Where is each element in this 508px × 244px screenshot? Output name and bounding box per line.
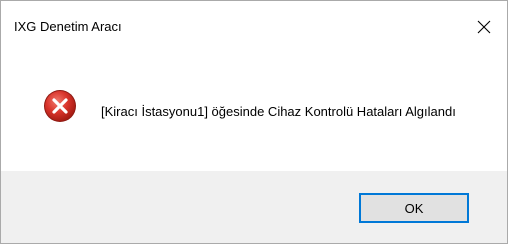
title-bar[interactable]: IXG Denetim Aracı — [1, 1, 507, 53]
button-bar: OK — [1, 171, 507, 243]
error-icon — [44, 90, 76, 122]
close-icon — [477, 20, 491, 34]
window-title: IXG Denetim Aracı — [14, 19, 122, 34]
ok-button[interactable]: OK — [359, 193, 469, 223]
close-button[interactable] — [461, 1, 507, 53]
dialog-window: IXG Denetim Aracı [Kiracı İstasyonu1] öğ… — [0, 0, 508, 244]
dialog-content: [Kiracı İstasyonu1] öğesinde Cihaz Kontr… — [1, 53, 507, 171]
error-message: [Kiracı İstasyonu1] öğesinde Cihaz Kontr… — [101, 104, 456, 119]
